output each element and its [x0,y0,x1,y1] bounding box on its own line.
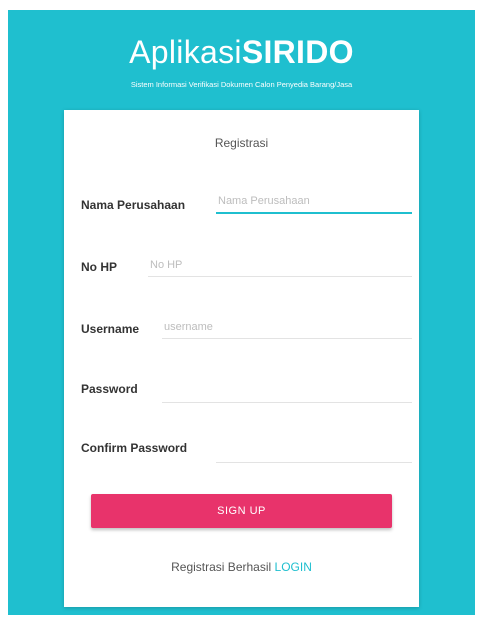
password-input[interactable] [162,380,412,403]
username-label: Username [81,322,140,336]
registration-status-text: Registrasi Berhasil [171,560,272,574]
password-label: Password [81,382,138,396]
confirm-password-label: Confirm Password [81,441,188,455]
sign-up-button[interactable]: SIGN UP [91,494,392,528]
confirm-password-input[interactable] [216,440,412,463]
app-background: AplikasiSIRIDO Sistem Informasi Verifika… [8,10,475,615]
app-title: AplikasiSIRIDO [8,32,475,72]
app-title-prefix: Aplikasi [129,34,242,70]
registration-card: Registrasi Nama Perusahaan No HP Usernam… [64,110,419,607]
login-link[interactable]: LOGIN [275,560,312,574]
company-name-label: Nama Perusahaan [81,198,186,212]
form-title: Registrasi [214,136,269,150]
company-name-input[interactable] [216,190,412,214]
app-title-name: SIRIDO [241,34,354,70]
registration-footer: Registrasi Berhasil LOGIN [64,560,419,574]
app-subtitle: Sistem Informasi Verifikasi Dokumen Calo… [130,80,353,89]
phone-input[interactable] [148,254,412,277]
phone-label: No HP [81,260,117,274]
username-input[interactable] [162,316,412,339]
